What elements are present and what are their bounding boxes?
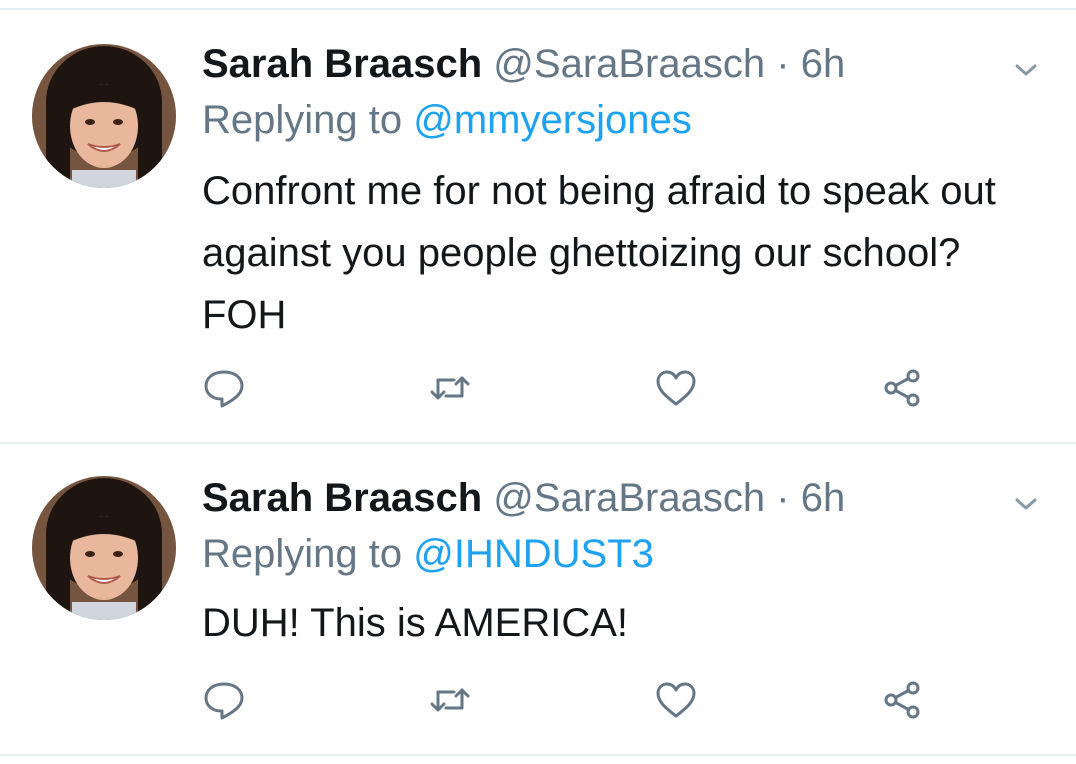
tweet[interactable]: Sarah Braasch @SaraBraasch · 6h Replying…	[0, 444, 1076, 756]
avatar[interactable]	[32, 44, 176, 188]
user-handle[interactable]: @SaraBraasch	[493, 42, 765, 86]
chevron-down-icon[interactable]	[1012, 490, 1040, 518]
share-icon[interactable]	[880, 678, 924, 722]
replying-to: Replying to @IHNDUST3	[202, 530, 654, 578]
reply-icon[interactable]	[202, 678, 246, 722]
replying-prefix: Replying to	[202, 98, 403, 142]
like-icon[interactable]	[654, 366, 698, 410]
retweet-icon[interactable]	[428, 678, 472, 722]
tweet-actions	[202, 678, 942, 722]
avatar[interactable]	[32, 476, 176, 620]
tweet-text: Confront me for not being afraid to spea…	[202, 169, 996, 337]
tweet-header: Sarah Braasch @SaraBraasch · 6h	[202, 40, 845, 88]
tweet-actions	[202, 366, 942, 410]
retweet-icon[interactable]	[428, 366, 472, 410]
tweet-text: DUH! This is AMERICA!	[202, 601, 628, 645]
display-name[interactable]: Sarah Braasch	[202, 476, 482, 520]
timestamp[interactable]: 6h	[801, 476, 846, 520]
replying-prefix: Replying to	[202, 532, 403, 576]
avatar-image	[32, 476, 176, 620]
like-icon[interactable]	[654, 678, 698, 722]
separator-dot: ·	[776, 42, 790, 86]
mention-link[interactable]: @IHNDUST3	[413, 532, 654, 576]
user-handle[interactable]: @SaraBraasch	[493, 476, 765, 520]
avatar-image	[32, 44, 176, 188]
tweet[interactable]: Sarah Braasch @SaraBraasch · 6h Replying…	[0, 10, 1076, 444]
replying-to: Replying to @mmyersjones	[202, 96, 692, 144]
tweet-header: Sarah Braasch @SaraBraasch · 6h	[202, 474, 845, 522]
display-name[interactable]: Sarah Braasch	[202, 42, 482, 86]
reply-icon[interactable]	[202, 366, 246, 410]
separator-dot: ·	[776, 476, 790, 520]
chevron-down-icon[interactable]	[1012, 56, 1040, 84]
share-icon[interactable]	[880, 366, 924, 410]
mention-link[interactable]: @mmyersjones	[413, 98, 691, 142]
timestamp[interactable]: 6h	[801, 42, 846, 86]
